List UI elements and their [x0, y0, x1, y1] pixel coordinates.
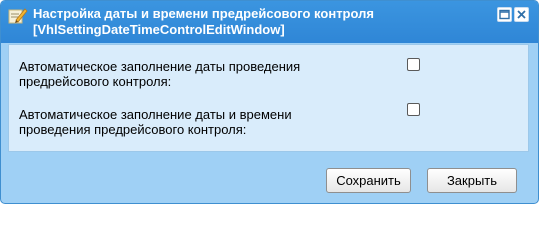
window-title-line-2: [VhlSettingDateTimeControlEditWindow]	[33, 22, 285, 37]
auto-datetime-label-line-2: проведения предрейсового контроля:	[19, 122, 247, 137]
save-button[interactable]: Сохранить	[326, 168, 411, 193]
window-title-line-1: Настройка даты и времени предрейсового к…	[33, 6, 374, 21]
close-button[interactable]: Закрыть	[427, 168, 517, 193]
window-title: Настройка даты и времени предрейсового к…	[33, 6, 473, 38]
maximize-icon[interactable]	[497, 7, 512, 22]
edit-pencil-icon	[8, 7, 28, 25]
auto-datetime-label: Автоматическое заполнение даты и времени…	[19, 107, 359, 137]
auto-datetime-checkbox[interactable]	[407, 103, 420, 116]
auto-datetime-label-line-1: Автоматическое заполнение даты и времени	[19, 107, 292, 122]
close-icon[interactable]	[514, 7, 529, 22]
auto-date-label-line-1: Автоматическое заполнение даты проведени…	[19, 59, 301, 74]
settings-window: Настройка даты и времени предрейсового к…	[0, 0, 539, 204]
auto-date-checkbox[interactable]	[407, 58, 420, 71]
settings-form-panel: Автоматическое заполнение даты проведени…	[8, 44, 529, 152]
auto-date-label-line-2: предрейсового контроля:	[19, 74, 172, 89]
window-titlebar[interactable]: Настройка даты и времени предрейсового к…	[1, 1, 538, 43]
auto-date-label: Автоматическое заполнение даты проведени…	[19, 59, 359, 89]
